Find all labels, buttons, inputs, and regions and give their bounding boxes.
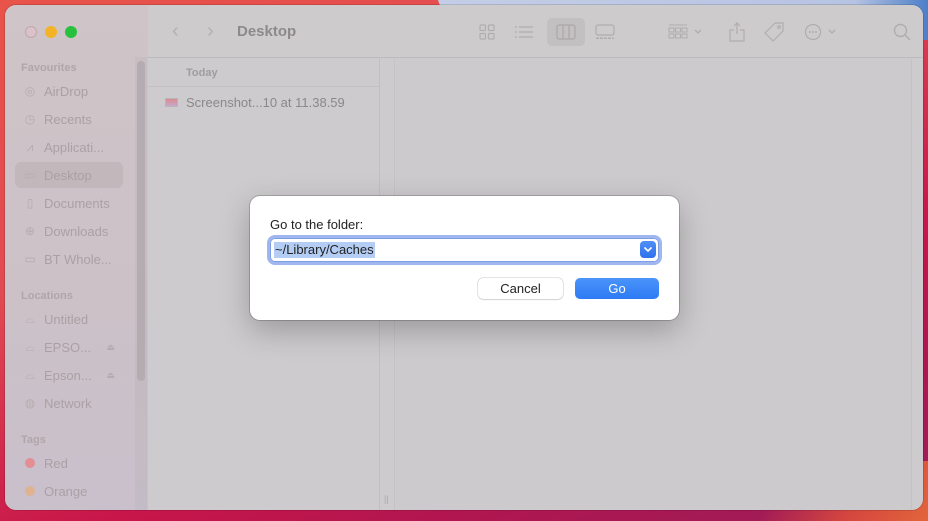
close-button[interactable] — [25, 26, 37, 38]
download-icon: ⊕ — [24, 224, 36, 238]
share-icon[interactable] — [726, 21, 748, 43]
drive-icon: ⌓ — [25, 367, 35, 382]
sidebar-section-tags: Tags — [21, 434, 46, 446]
folder-path-input[interactable]: ~/Library/Caches — [270, 238, 659, 262]
document-icon: ▯ — [26, 196, 34, 210]
tags-icon[interactable] — [762, 21, 786, 43]
column-view-icon[interactable] — [547, 18, 585, 46]
sidebar-item-desktop[interactable]: ▭ Desktop — [15, 162, 123, 188]
tag-orange-icon — [25, 486, 35, 496]
sidebar-item-airdrop[interactable]: ◎ AirDrop — [15, 78, 123, 104]
desktop-icon: ▭ — [24, 168, 36, 182]
more-actions-icon[interactable] — [803, 21, 841, 43]
sidebar-item-label: Applicati... — [44, 139, 104, 155]
sidebar-tag-red[interactable]: Red — [15, 450, 123, 476]
sidebar-item-label: Red — [44, 455, 68, 471]
file-row[interactable]: Screenshot...10 at 11.38.59 — [148, 87, 379, 117]
toolbar: ‹ › Desktop — [148, 5, 923, 58]
sidebar-item-label: Documents — [44, 195, 110, 211]
sidebar-item-label: Downloads — [44, 223, 109, 239]
folder-path-value: ~/Library/Caches — [274, 242, 375, 258]
sidebar-item-label: AirDrop — [44, 83, 89, 99]
sidebar-item-label: Recents — [44, 111, 92, 127]
airdrop-icon: ◎ — [24, 84, 36, 98]
sidebar-scrollbar[interactable] — [137, 61, 145, 381]
chevron-down-icon — [643, 246, 653, 253]
go-to-folder-dialog: Go to the folder: ~/Library/Caches Cance… — [250, 196, 679, 320]
window-controls — [25, 26, 77, 38]
sidebar-item-network[interactable]: ◍ Network — [15, 390, 123, 416]
search-icon[interactable] — [891, 21, 913, 43]
sidebar-item-label: Network — [44, 395, 92, 411]
sidebar-item-epso[interactable]: ⌓ EPSO... ⏏ — [15, 334, 123, 360]
minimize-button[interactable] — [45, 26, 57, 38]
cancel-button[interactable]: Cancel — [478, 278, 563, 299]
tag-red-icon — [25, 458, 35, 468]
sidebar-item-downloads[interactable]: ⊕ Downloads — [15, 218, 123, 244]
sidebar-item-label: Untitled — [44, 311, 89, 327]
sidebar: Favourites ◎ AirDrop ◷ Recents ⩘ Applica… — [5, 5, 148, 510]
sidebar-item-label: EPSO... — [44, 339, 91, 355]
drive-icon: ⌓ — [25, 311, 35, 326]
sidebar-item-bt-whole[interactable]: ▭ BT Whole... — [15, 246, 123, 272]
eject-icon[interactable]: ⏏ — [106, 342, 115, 353]
sidebar-item-recents[interactable]: ◷ Recents — [15, 106, 123, 132]
eject-icon[interactable]: ⏏ — [106, 370, 115, 381]
sidebar-section-locations: Locations — [21, 290, 73, 302]
group-by-icon[interactable] — [666, 21, 706, 43]
forward-button[interactable]: › — [207, 20, 214, 43]
sidebar-item-untitled[interactable]: ⌓ Untitled — [15, 306, 123, 332]
image-file-icon — [165, 97, 178, 107]
globe-icon: ◍ — [24, 396, 36, 410]
sidebar-section-favourites: Favourites — [21, 62, 77, 74]
sidebar-item-label: Orange — [44, 483, 88, 499]
applications-icon: ⩘ — [26, 139, 34, 154]
window-title: Desktop — [237, 23, 297, 40]
zoom-button[interactable] — [65, 26, 77, 38]
sidebar-item-applications[interactable]: ⩘ Applicati... — [15, 134, 123, 160]
icon-view-icon[interactable] — [476, 21, 498, 43]
sidebar-item-label: Desktop — [44, 167, 92, 183]
sidebar-tag-orange[interactable]: Orange — [15, 478, 123, 504]
gallery-view-icon[interactable] — [593, 21, 617, 43]
column-resize-handle[interactable]: || — [384, 494, 389, 504]
drive-icon: ⌓ — [25, 339, 35, 354]
folder-icon: ▭ — [24, 252, 36, 266]
go-button[interactable]: Go — [575, 278, 659, 299]
back-button[interactable]: ‹ — [172, 20, 179, 43]
sidebar-item-epson[interactable]: ⌓ Epson... ⏏ — [15, 362, 123, 388]
clock-icon: ◷ — [24, 112, 36, 126]
sidebar-item-label: Epson... — [44, 367, 92, 383]
dialog-label: Go to the folder: — [270, 217, 364, 232]
path-history-dropdown[interactable] — [640, 241, 656, 258]
group-header: Today — [148, 59, 379, 87]
list-view-icon[interactable] — [512, 21, 536, 43]
file-name: Screenshot...10 at 11.38.59 — [186, 94, 345, 110]
sidebar-item-label: BT Whole... — [44, 251, 112, 267]
sidebar-item-documents[interactable]: ▯ Documents — [15, 190, 123, 216]
column-edge — [911, 59, 923, 510]
